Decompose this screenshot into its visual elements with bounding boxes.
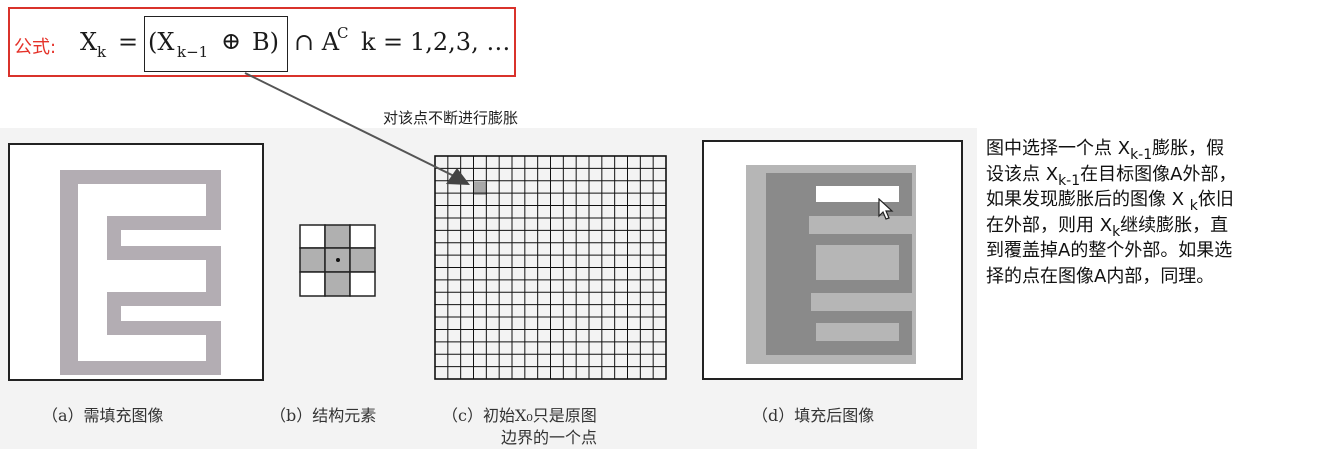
caption-c-line1: （c）初始X₀只是原图 — [442, 406, 597, 425]
desc-line-1: 图中选择一个点 Xk-1膨胀，假 — [986, 138, 1225, 163]
caption-b: （b）结构元素 — [270, 406, 377, 425]
description-text: 图中选择一个点 Xk-1膨胀，假 设该点 Xk-1在目标图像A外部， 如果发现膨… — [986, 136, 1314, 289]
mouse-cursor-icon — [878, 198, 894, 220]
desc-line-4: 在外部，则用 Xk继续膨胀，直 — [986, 214, 1229, 240]
desc-line-3: 如果发现膨胀后的图像 X k依旧 — [986, 189, 1234, 214]
caption-d: （d）填充后图像 — [752, 406, 875, 425]
desc-line-6: 择的点在图像A内部，同理。 — [986, 265, 1215, 287]
caption-a: （a）需填充图像 — [42, 406, 164, 425]
caption-c-line2: 边界的一个点 — [501, 428, 598, 447]
desc-line-5: 到覆盖掉A的整个外部。如果选 — [986, 240, 1233, 261]
desc-line-2: 设该点 Xk-1在目标图像A外部， — [986, 163, 1237, 189]
